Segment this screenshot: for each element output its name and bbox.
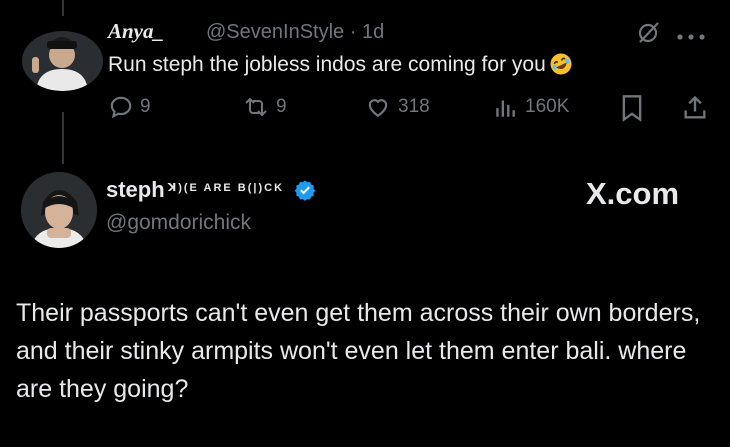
reply-text-row: Run steph the jobless indos are coming f… — [108, 52, 574, 77]
like-button[interactable]: 318 — [364, 94, 430, 120]
reply-text: Run steph the jobless indos are coming f… — [108, 53, 546, 76]
rofl-emoji-icon — [548, 52, 574, 76]
views-button[interactable]: 160K — [493, 94, 569, 120]
share-icon — [682, 95, 708, 126]
views-icon — [493, 94, 519, 120]
repost-icon — [242, 94, 270, 120]
reply-button[interactable]: 9 — [108, 94, 151, 120]
views-count: 160K — [525, 96, 570, 117]
reply-count: 9 — [140, 96, 151, 117]
like-count: 318 — [398, 96, 430, 117]
quoted-display-name[interactable]: steph — [106, 177, 165, 202]
more-icon[interactable] — [676, 28, 706, 46]
reply-meta[interactable]: @SevenInStyle · 1d — [206, 21, 384, 44]
reply-display-name[interactable]: Anya_ — [108, 19, 164, 44]
quoted-text: Their passports can't even get them acro… — [16, 299, 701, 403]
reply-age[interactable]: 1d — [362, 21, 384, 43]
source-label: X.com — [586, 176, 680, 211]
bookmark-button[interactable] — [620, 94, 644, 127]
thread-line-bottom — [62, 112, 64, 164]
quoted-handle[interactable]: @gomdorichick — [106, 211, 251, 235]
thread-line-top — [62, 0, 64, 16]
quoted-name-decoration: ꓘ)(E ARE B(|)CK — [167, 182, 285, 194]
grok-icon[interactable] — [637, 20, 661, 49]
repost-button[interactable]: 9 — [242, 94, 287, 120]
share-button[interactable] — [682, 94, 708, 127]
quoted-name-row[interactable]: steph ꓘ)(E ARE B(|)CK — [106, 177, 316, 207]
quoted-avatar[interactable] — [21, 172, 97, 248]
bookmark-icon — [620, 95, 644, 126]
like-icon — [364, 94, 392, 120]
verified-badge-icon — [294, 179, 316, 207]
reply-handle[interactable]: @SevenInStyle — [206, 21, 344, 43]
reply-separator: · — [349, 21, 357, 43]
repost-count: 9 — [276, 96, 287, 117]
reply-icon — [108, 94, 134, 120]
reply-avatar[interactable] — [22, 31, 103, 91]
